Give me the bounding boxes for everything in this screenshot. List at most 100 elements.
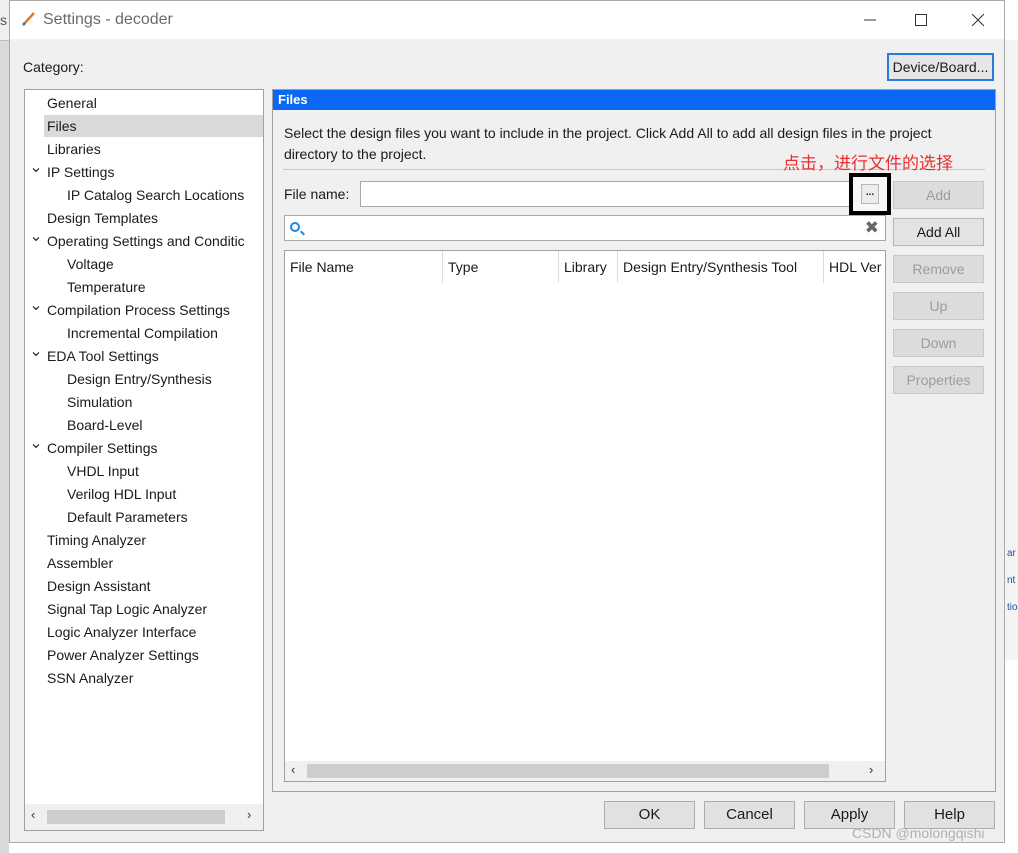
tree-item[interactable]: Default Parameters [25, 506, 263, 528]
file-name-label: File name: [284, 186, 350, 202]
files-table[interactable]: File Name Type Library Design Entry/Synt… [284, 250, 886, 782]
tree-item[interactable]: Simulation [25, 391, 263, 413]
minimize-button[interactable] [842, 1, 898, 39]
chevron-down-icon[interactable]: ⌄ [29, 229, 43, 252]
tree-item[interactable]: Design Templates [25, 207, 263, 229]
scroll-left-icon[interactable]: ‹ [291, 762, 295, 777]
scrollbar-thumb[interactable] [47, 810, 225, 824]
close-icon [972, 14, 984, 26]
title-bar[interactable]: Settings - decoder [10, 1, 1004, 39]
tree-item[interactable]: Libraries [25, 138, 263, 160]
tree-item[interactable]: Board-Level [25, 414, 263, 436]
background-fragment-text: s [0, 12, 7, 28]
chevron-down-icon[interactable]: ⌄ [29, 436, 43, 459]
tree-item[interactable]: Power Analyzer Settings [25, 644, 263, 666]
tree-item-label: Logic Analyzer Interface [47, 624, 197, 640]
background-fragment-text: tio [1007, 602, 1018, 613]
tree-item-label: Assembler [47, 555, 114, 571]
scroll-left-icon[interactable]: ‹ [31, 807, 35, 822]
tree-item[interactable]: ⌄ Compiler Settings [25, 436, 263, 459]
maximize-button[interactable] [893, 1, 949, 39]
tree-item-label: Design Entry/Synthesis [67, 371, 212, 387]
tree-item-label: Verilog HDL Input [67, 486, 177, 502]
search-icon [290, 222, 300, 232]
close-button[interactable] [950, 1, 1006, 39]
tree-item[interactable]: Voltage [25, 253, 263, 275]
category-tree[interactable]: General Files Libraries ⌄ IP Settings IP Cata… [24, 89, 264, 831]
tree-item[interactable]: ⌄ Compilation Process Settings [25, 298, 263, 321]
add-button[interactable]: Add [893, 181, 984, 209]
tree-item[interactable]: Files [44, 115, 263, 137]
files-page: Files Select the design files you want t… [272, 89, 996, 792]
table-horizontal-scrollbar[interactable]: ‹ › [285, 761, 885, 781]
tree-item-label: Board-Level [67, 417, 143, 433]
chevron-down-icon[interactable]: ⌄ [29, 298, 43, 321]
properties-button[interactable]: Properties [893, 366, 984, 394]
settings-pencil-icon [22, 12, 35, 26]
tree-item[interactable]: ⌄ EDA Tool Settings [25, 344, 263, 367]
background-window-left: s [0, 0, 9, 853]
tree-item-label: Signal Tap Logic Analyzer [47, 601, 208, 617]
scroll-right-icon[interactable]: › [247, 807, 251, 822]
tree-item[interactable]: Verilog HDL Input [25, 483, 263, 505]
tree-item[interactable]: Incremental Compilation [25, 322, 263, 344]
tree-item[interactable]: ⌄ IP Settings [25, 160, 263, 183]
tree-item-label: General [47, 95, 97, 111]
scroll-right-icon[interactable]: › [869, 762, 873, 777]
tree-item[interactable]: Temperature [25, 276, 263, 298]
tree-item-label: Default Parameters [67, 509, 188, 525]
column-header[interactable]: File Name [285, 251, 442, 283]
ok-button[interactable]: OK [604, 801, 695, 829]
tree-item[interactable]: Logic Analyzer Interface [25, 621, 263, 643]
tree-item-label: Design Templates [47, 210, 159, 226]
clear-filter-icon[interactable]: ✖ [865, 218, 879, 238]
device-board-button[interactable]: Device/Board... [887, 53, 994, 81]
background-fragment-text: ar [1007, 548, 1016, 559]
tree-item-label: IP Catalog Search Locations [67, 187, 245, 203]
tree-item-label: VHDL Input [67, 463, 139, 479]
chevron-down-icon[interactable]: ⌄ [29, 160, 43, 183]
tree-item-label: Files [47, 118, 77, 134]
remove-button[interactable]: Remove [893, 255, 984, 283]
tree-item[interactable]: VHDL Input [25, 460, 263, 482]
background-fragment-text: nt [1007, 575, 1016, 586]
tree-item-label: Voltage [67, 256, 114, 272]
cancel-button[interactable]: Cancel [704, 801, 795, 829]
tree-item[interactable]: Design Entry/Synthesis [25, 368, 263, 390]
maximize-icon [915, 14, 927, 26]
tree-item-label: Temperature [67, 279, 146, 295]
filter-input[interactable]: ✖ [284, 215, 886, 241]
tree-item[interactable]: Timing Analyzer [25, 529, 263, 551]
tree-item[interactable]: Signal Tap Logic Analyzer [25, 598, 263, 620]
column-header[interactable]: Type [443, 251, 558, 283]
column-header[interactable]: HDL Ver [824, 251, 885, 283]
tree-item[interactable]: ⌄ Operating Settings and Conditic [25, 229, 263, 252]
tree-item-label: Timing Analyzer [47, 532, 147, 548]
tree-horizontal-scrollbar[interactable]: ‹ › [25, 804, 263, 830]
up-button[interactable]: Up [893, 292, 984, 320]
tree-item-label: EDA Tool Settings [47, 348, 159, 364]
add-all-button[interactable]: Add All [893, 218, 984, 246]
browse-button[interactable]: ... [861, 184, 879, 204]
column-header[interactable]: Design Entry/Synthesis Tool [618, 251, 823, 283]
tree-item-label: Design Assistant [47, 578, 151, 594]
down-button[interactable]: Down [893, 329, 984, 357]
window-title: Settings - decoder [43, 11, 173, 28]
tree-item-label: SSN Analyzer [47, 670, 134, 686]
scrollbar-thumb[interactable] [307, 764, 829, 778]
column-header[interactable]: Library [559, 251, 617, 283]
tree-item[interactable]: SSN Analyzer [25, 667, 263, 689]
tree-item-label: Simulation [67, 394, 133, 410]
watermark: CSDN @molongqishi [852, 825, 985, 841]
tree-item-label: IP Settings [47, 164, 115, 180]
minimize-icon [864, 19, 876, 21]
tree-item[interactable]: General [25, 92, 263, 114]
category-label: Category: [23, 59, 84, 75]
tree-item[interactable]: Design Assistant [25, 575, 263, 597]
tree-item[interactable]: Assembler [25, 552, 263, 574]
chevron-down-icon[interactable]: ⌄ [29, 344, 43, 367]
page-header: Files [273, 90, 995, 110]
tree-item-label: Libraries [47, 141, 101, 157]
tree-item[interactable]: IP Catalog Search Locations [25, 184, 263, 206]
file-name-input[interactable] [360, 181, 860, 207]
